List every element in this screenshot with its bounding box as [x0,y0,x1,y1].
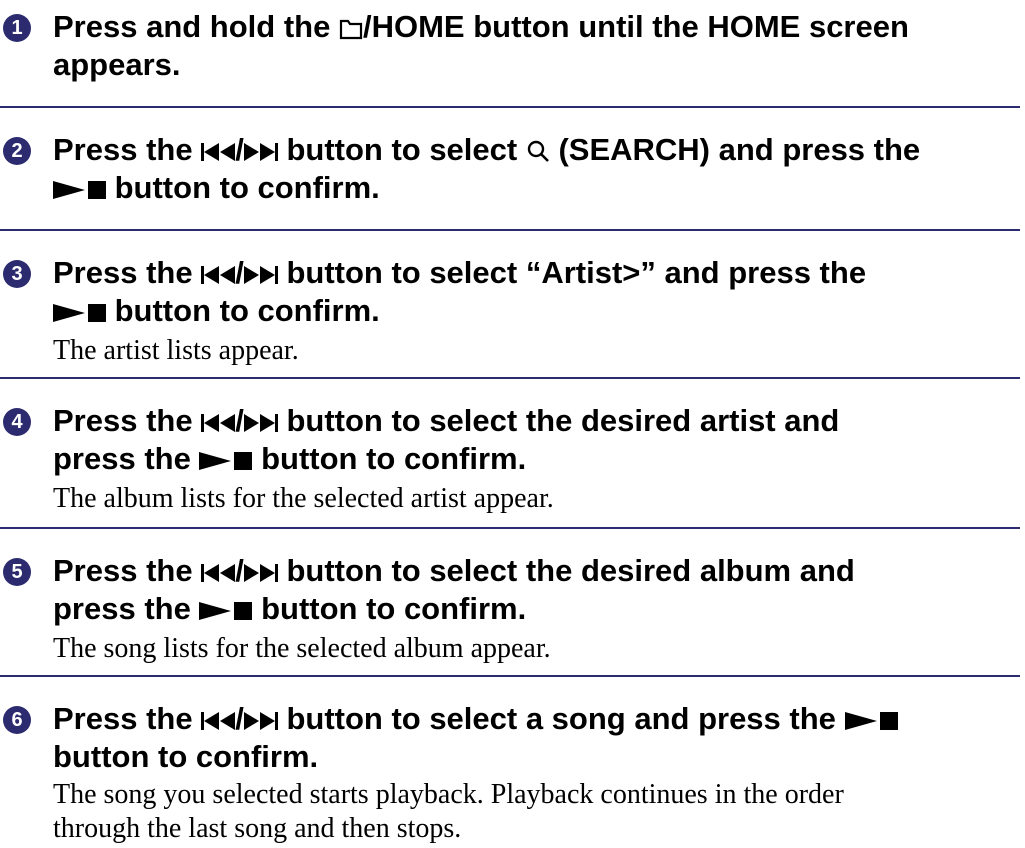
play-stop-icon [199,602,253,620]
step-text: button to confirm. [106,293,380,328]
play-stop-icon [844,712,898,730]
divider [0,675,1020,677]
step-text: press the [53,591,200,626]
step-heading-line2: press the button to confirm. [53,440,1020,478]
step-heading: Press the / button to select the desired… [53,402,1020,440]
step-description: The artist lists appear. [53,335,299,366]
step-text: button to select the desired album and [277,553,855,588]
step-text: button to confirm. [252,441,527,476]
divider [0,229,1020,231]
step-number-badge: 2 [3,137,31,165]
step-text: button to select the desired artist and [277,403,840,438]
step-text: / [235,132,244,167]
next-track-icon [243,266,278,284]
step-description: through the last song and then stops. [53,813,462,844]
play-stop-icon [53,181,106,199]
step-text: /HOME [362,9,465,44]
step-text: button until the HOME screen [464,9,909,44]
step-text: button to select “Artist>” and press the [277,255,867,290]
step-heading: Press and hold the /HOME button until th… [53,8,1020,46]
step-text: Press and hold the [53,9,339,44]
step-description: The song you selected starts playback. P… [53,779,844,810]
next-track-icon [243,564,278,582]
play-stop-icon [53,304,106,322]
step-description: The album lists for the selected artist … [53,483,554,514]
previous-track-icon [201,414,236,432]
step-text: button to confirm. [53,739,319,774]
step-text: Press the [53,701,202,736]
step-text: (SEARCH) and press the [549,132,921,167]
step-number-badge: 4 [3,408,31,436]
step-number-badge: 6 [3,706,31,734]
step-text: button to confirm. [106,170,380,205]
divider [0,106,1020,108]
step-text: Press the [53,255,202,290]
step-heading-line2: appears. [53,46,1020,84]
folder-icon [339,19,363,40]
previous-track-icon [201,266,236,284]
step-heading-line2: press the button to confirm. [53,590,1020,628]
divider [0,527,1020,529]
step-number-badge: 1 [3,14,31,42]
next-track-icon [243,414,278,432]
step-description: The song lists for the selected album ap… [53,633,551,664]
search-magnifier-icon [527,140,549,162]
step-text: Press the [53,132,202,167]
step-text: / [235,403,244,438]
step-heading: Press the / button to select (SEARCH) an… [53,131,1020,169]
step-text: appears. [53,47,181,82]
next-track-icon [243,143,278,161]
previous-track-icon [201,712,236,730]
step-text: button to select [277,132,526,167]
step-text: / [235,553,244,588]
divider [0,377,1020,379]
step-number-badge: 5 [3,558,31,586]
step-text: press the [53,441,200,476]
step-heading: Press the / button to select a song and … [53,700,1020,738]
step-text: / [235,701,244,736]
step-text: / [235,255,244,290]
previous-track-icon [201,564,236,582]
play-stop-icon [199,452,253,470]
step-heading-line2: button to confirm. [53,169,1020,207]
step-heading: Press the / button to select the desired… [53,552,1020,590]
previous-track-icon [201,143,236,161]
next-track-icon [243,712,278,730]
step-number-badge: 3 [3,260,31,288]
step-text: Press the [53,403,202,438]
step-heading-line2: button to confirm. [53,292,1020,330]
step-text: button to select a song and press the [277,701,845,736]
step-text: Press the [53,553,202,588]
step-text: button to confirm. [252,591,527,626]
manual-page: 1 Press and hold the /HOME button until … [0,0,1025,847]
step-heading: Press the / button to select “Artist>” a… [53,254,1020,292]
step-heading-line2: button to confirm. [53,738,1020,776]
